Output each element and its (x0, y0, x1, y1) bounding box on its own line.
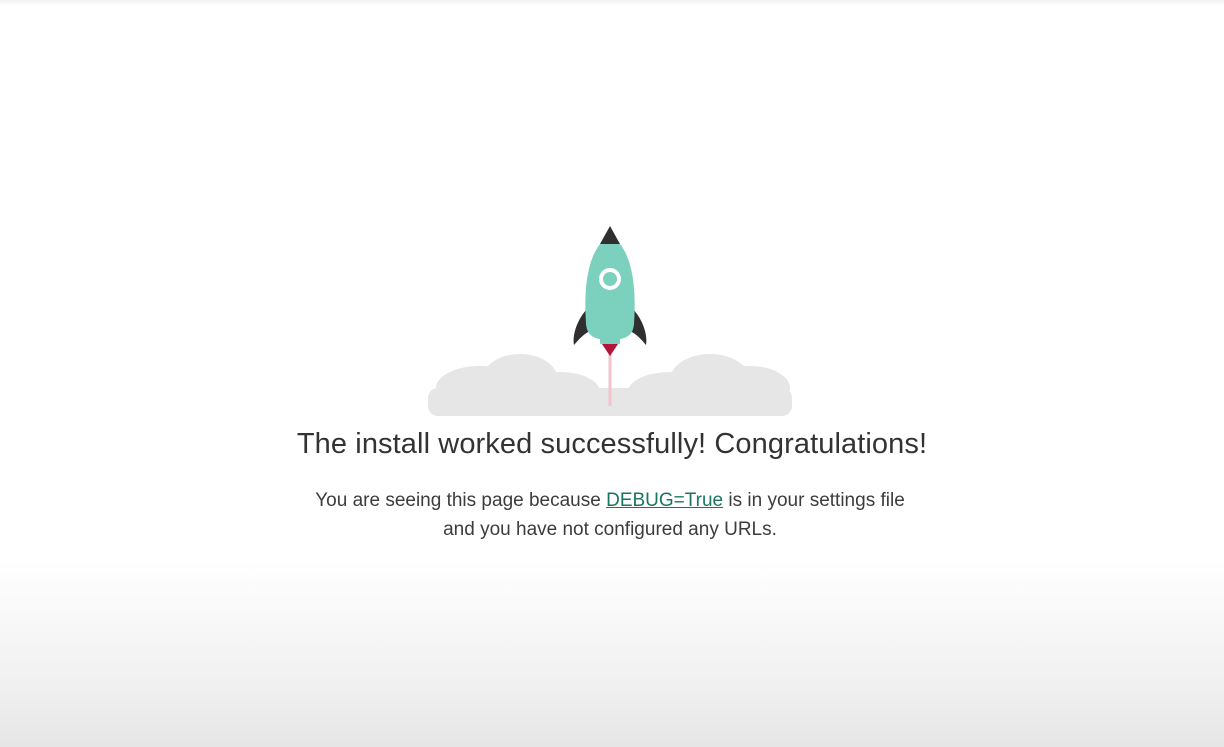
debug-true-link[interactable]: DEBUG=True (606, 490, 723, 511)
top-rule (0, 0, 1224, 6)
success-headline: The install worked successfully! Congrat… (296, 428, 928, 460)
rocket-illustration (420, 220, 800, 420)
debug-message: You are seeing this page because DEBUG=T… (312, 486, 908, 544)
rocket-flame (602, 344, 618, 356)
rocket-nozzle (600, 338, 620, 344)
rocket-body (585, 244, 635, 340)
debug-message-intro: You are seeing this page because (315, 490, 607, 511)
rocket-launch-icon (428, 226, 792, 416)
rocket-nose (600, 226, 620, 244)
exhaust-trail (608, 348, 612, 406)
